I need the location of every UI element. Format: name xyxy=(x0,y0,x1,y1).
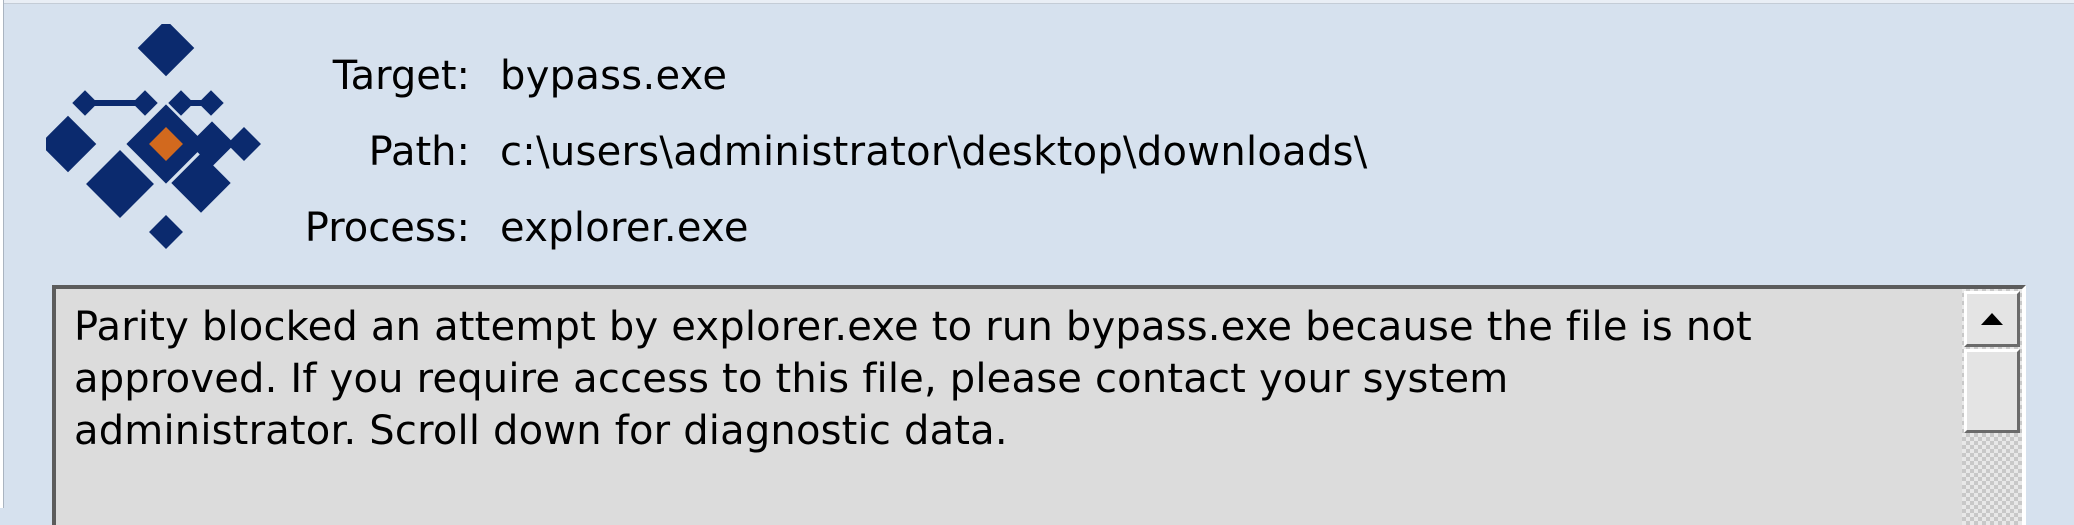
scroll-thumb[interactable] xyxy=(1964,349,2020,433)
target-value: bypass.exe xyxy=(500,53,728,99)
process-value: explorer.exe xyxy=(500,205,749,251)
path-label: Path: xyxy=(368,129,470,175)
target-label: Target: xyxy=(332,53,470,99)
parity-logo-icon xyxy=(46,24,261,249)
vertical-scrollbar[interactable] xyxy=(1962,289,2022,525)
arrow-up-icon xyxy=(1981,313,2003,325)
scroll-up-button[interactable] xyxy=(1964,291,2020,347)
process-row: Process: explorer.exe xyxy=(270,190,1368,266)
process-label: Process: xyxy=(304,205,470,251)
window-left-border xyxy=(0,0,4,508)
target-row: Target: bypass.exe xyxy=(270,38,1368,114)
path-value: c:\users\administrator\desktop\downloads… xyxy=(500,129,1368,175)
details-panel: Target: bypass.exe Path: c:\users\admini… xyxy=(270,38,1368,266)
window-top-border xyxy=(0,0,2074,4)
message-textarea[interactable]: Parity blocked an attempt by explorer.ex… xyxy=(52,285,2026,525)
message-text: Parity blocked an attempt by explorer.ex… xyxy=(74,304,1752,454)
path-row: Path: c:\users\administrator\desktop\dow… xyxy=(270,114,1368,190)
